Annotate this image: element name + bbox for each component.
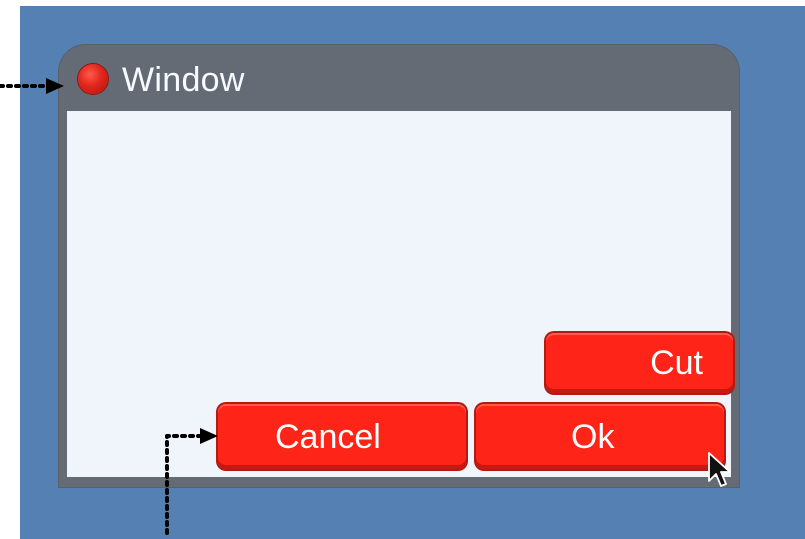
cut-button[interactable]: Cut [546,333,733,393]
cut-button-label: Cut [650,344,703,382]
cancel-button-label: Cancel [275,417,381,456]
red-circle-icon[interactable] [78,64,108,94]
ok-button[interactable]: Ok [476,404,724,469]
ok-button-label: Ok [571,417,615,456]
mouse-pointer-icon [708,452,731,487]
cancel-button[interactable]: Cancel [218,404,466,469]
window-title: Window [122,61,245,99]
